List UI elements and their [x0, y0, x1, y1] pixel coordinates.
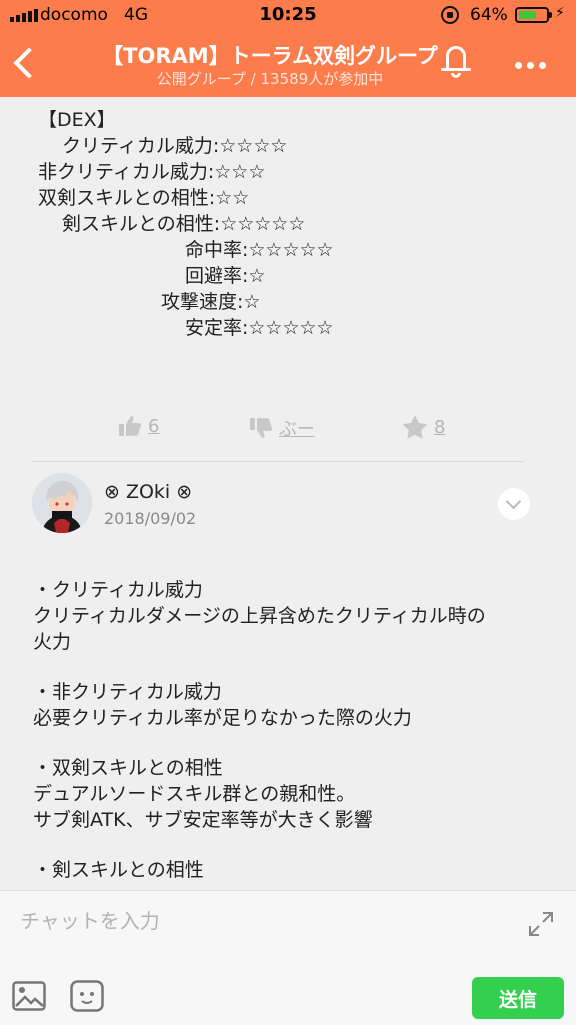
comment-line: ・非クリティカル威力 [33, 681, 222, 703]
group-title[interactable]: 【TORAM】トーラム双剣グループ [90, 40, 450, 70]
battery-icon [515, 7, 552, 23]
comment-date: 2018/09/02 [104, 509, 197, 528]
thumbs-down-icon [250, 418, 273, 438]
comment-line: サブ剣ATK、サブ安定率等が大きく影響 [33, 809, 373, 831]
battery-percent: 64% [470, 5, 508, 25]
post-line: 回避率:☆ [185, 265, 266, 287]
battery-level [519, 11, 536, 19]
divider [32, 461, 524, 462]
favorite-button[interactable]: 8 [402, 415, 445, 439]
sticker-icon[interactable] [70, 980, 104, 1012]
comment-author[interactable]: ⊗ ZOki ⊗ [104, 481, 192, 503]
post-line: 攻撃速度:☆ [161, 291, 261, 313]
group-subtitle[interactable]: 公開グループ / 13589人が参加中 [90, 68, 450, 89]
post-line: 安定率:☆☆☆☆☆ [185, 317, 334, 339]
star-icon [402, 415, 428, 439]
like-count: 6 [148, 415, 160, 437]
send-button[interactable]: 送信 [472, 977, 564, 1019]
chevron-down-icon[interactable] [498, 488, 530, 520]
charging-icon: ⚡ [555, 5, 565, 21]
post-line: 非クリティカル威力:☆☆☆ [38, 161, 266, 183]
post-line: 【DEX】 [38, 109, 116, 131]
post-actions: 6 ぶー 8 [0, 415, 576, 445]
chat-input[interactable] [18, 903, 502, 939]
dislike-label: ぶー [279, 419, 315, 440]
status-bar: docomo 4G 10:25 64% ⚡ [0, 0, 576, 30]
app-header: docomo 4G 10:25 64% ⚡ 【TORAM】トーラム双剣グループ … [0, 0, 576, 97]
comment-line: ・クリティカル威力 [33, 579, 203, 601]
back-button[interactable] [10, 44, 40, 84]
comment-line: 必要クリティカル率が足りなかった際の火力 [33, 707, 412, 729]
notification-bell-icon[interactable] [440, 44, 474, 80]
comment-line: ・剣スキルとの相性 [33, 859, 204, 881]
comment-body: ・クリティカル威力 クリティカルダメージの上昇含めたクリティカル時の 火力 ・非… [33, 577, 543, 883]
post-line: 命中率:☆☆☆☆☆ [185, 239, 334, 261]
comment-line: 火力 [33, 631, 72, 653]
more-menu-icon[interactable] [515, 55, 555, 75]
post-line: 剣スキルとの相性:☆☆☆☆☆ [62, 213, 306, 235]
comment-header: ⊗ ZOki ⊗ 2018/09/02 [0, 473, 576, 543]
post-line: クリティカル威力:☆☆☆☆ [62, 135, 288, 157]
thumbs-up-icon [119, 416, 142, 436]
post-line: 双剣スキルとの相性:☆☆ [38, 187, 250, 209]
comment-line: クリティカルダメージの上昇含めたクリティカル時の [33, 605, 486, 627]
photo-icon[interactable] [12, 981, 46, 1011]
avatar[interactable] [32, 473, 92, 533]
comment-line: ・双剣スキルとの相性 [33, 757, 223, 779]
composer-bar: 送信 [0, 890, 576, 1025]
expand-icon[interactable] [526, 909, 556, 939]
chat-content[interactable]: 【DEX】 クリティカル威力:☆☆☆☆ 非クリティカル威力:☆☆☆ 双剣スキルと… [0, 97, 576, 890]
dislike-button[interactable]: ぶー [249, 415, 315, 441]
comment-line: デュアルソードスキル群との親和性。 [33, 783, 356, 805]
favorite-count: 8 [434, 416, 446, 438]
orientation-lock-icon [441, 6, 459, 24]
like-button[interactable]: 6 [118, 415, 159, 437]
